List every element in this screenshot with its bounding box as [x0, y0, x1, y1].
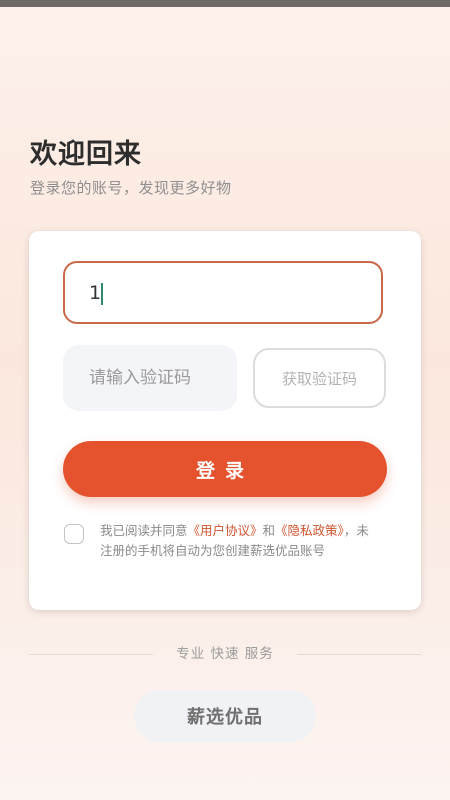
- privacy-policy-link[interactable]: 《隐私政策》: [275, 523, 344, 538]
- page-subtitle: 登录您的账号，发现更多好物: [30, 179, 232, 197]
- text-cursor: [101, 283, 103, 305]
- status-bar: [0, 0, 450, 7]
- login-card: 获取验证码 登录 我已阅读并同意《用户协议》和《隐私政策》，未注册的手机将自动为…: [29, 231, 421, 610]
- user-agreement-link[interactable]: 《用户协议》: [188, 523, 263, 538]
- get-code-button[interactable]: 获取验证码: [253, 348, 386, 408]
- login-button[interactable]: 登录: [63, 441, 387, 497]
- agreement-conjunction: 和: [262, 523, 276, 538]
- divider-line-right: [297, 654, 421, 655]
- verification-code-input[interactable]: [63, 345, 237, 411]
- agreement-text: 我已阅读并同意《用户协议》和《隐私政策》，未注册的手机将自动为您创建薪选优品账号: [100, 521, 380, 561]
- page-title: 欢迎回来: [30, 139, 142, 170]
- tagline-divider: 专业 快速 服务: [29, 644, 421, 664]
- brand-badge: 薪选优品: [134, 690, 316, 742]
- agreement-prefix: 我已阅读并同意: [100, 523, 188, 538]
- phone-input[interactable]: [65, 263, 381, 322]
- agreement-checkbox[interactable]: [64, 524, 84, 544]
- phone-field[interactable]: [63, 261, 383, 324]
- verification-code-field[interactable]: [63, 345, 237, 411]
